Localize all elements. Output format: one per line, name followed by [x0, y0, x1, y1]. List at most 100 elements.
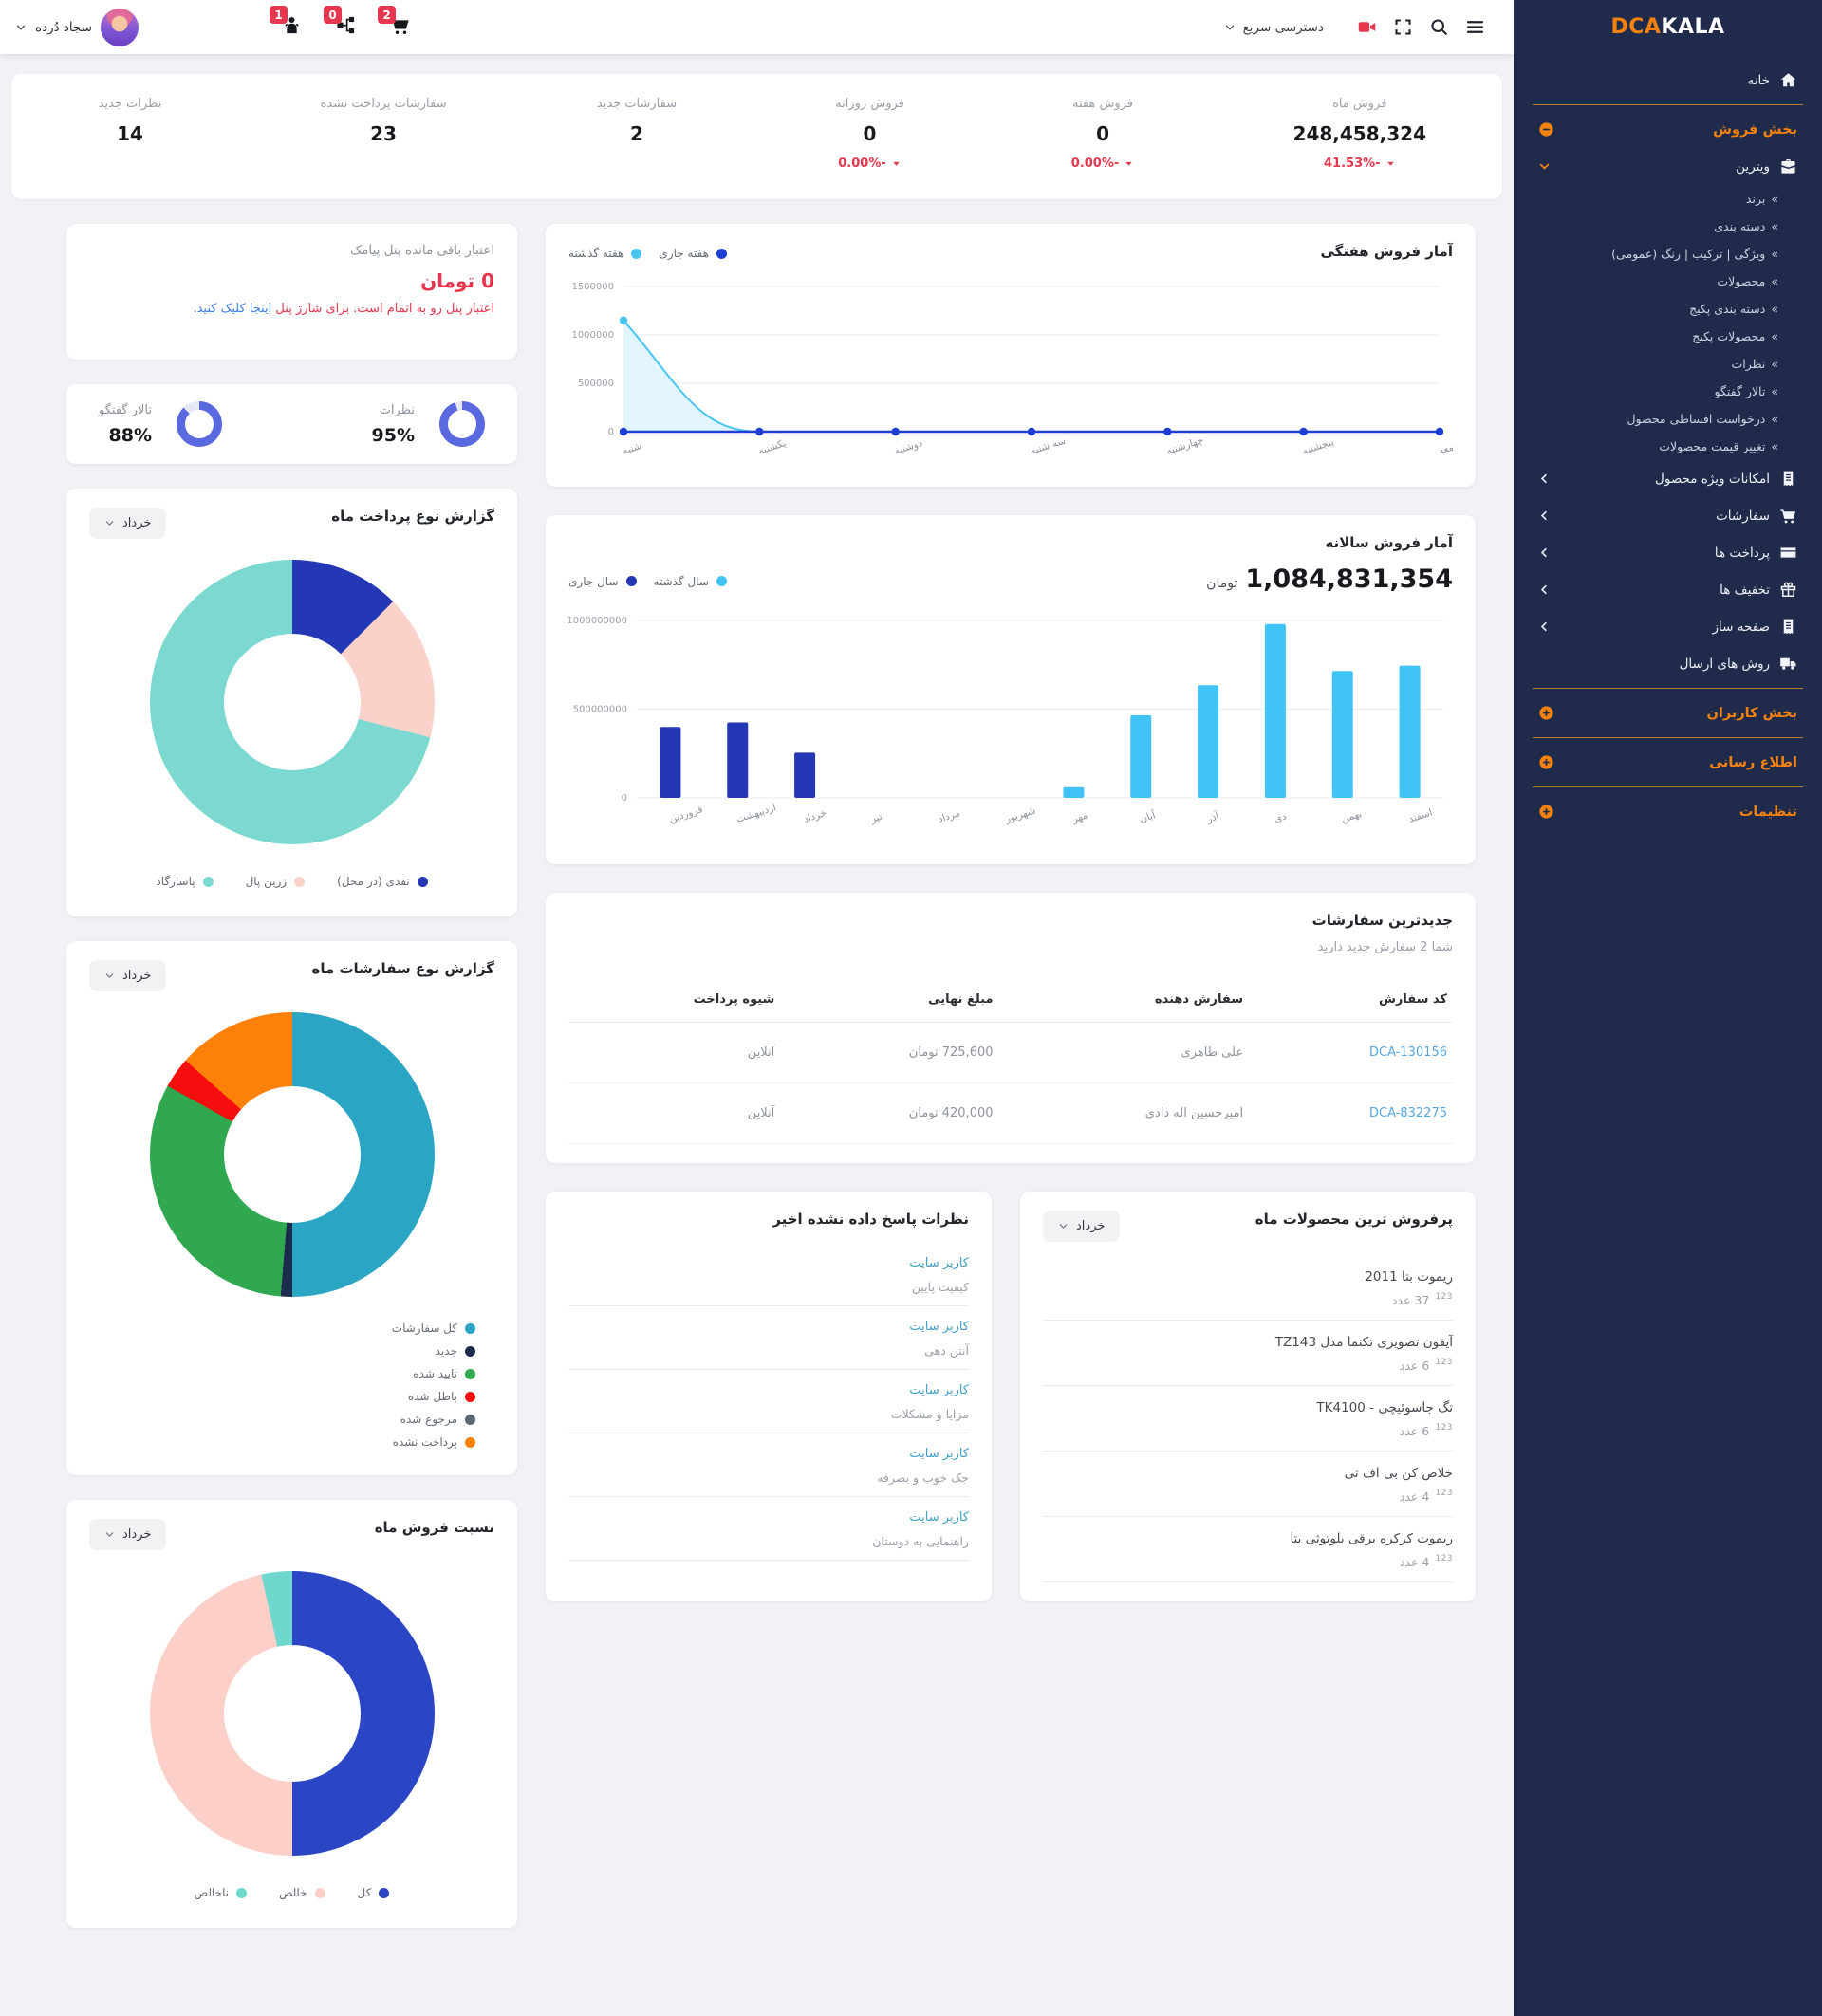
- stat-change: 0.00%-: [1060, 157, 1145, 171]
- sidebar-section-notifications-section[interactable]: اطلاع رسانی: [1514, 744, 1822, 781]
- sales-ratio-legend: کلخالصناخالص: [89, 1880, 494, 1909]
- sidebar-section-settings-section[interactable]: تنظیمات: [1514, 793, 1822, 830]
- comment-user-link[interactable]: کاربر سایت: [568, 1320, 969, 1334]
- sidebar-item-label: درخواست اقساطی محصول: [1627, 412, 1765, 426]
- sidebar-item-page-builder[interactable]: صفحه ساز: [1514, 608, 1822, 645]
- orders-legend-item: جدید: [436, 1344, 475, 1358]
- user-name: سجاد دُرده: [35, 20, 92, 35]
- latest-orders-subtitle: شما 2 سفارش جدید دارید: [568, 940, 1453, 954]
- legend-marker: [716, 576, 727, 586]
- order-code-link[interactable]: DCA-832275: [1249, 1083, 1453, 1144]
- person-button[interactable]: 1: [281, 14, 303, 40]
- stat-value: 248,458,324: [1293, 122, 1426, 145]
- sidebar-item-category[interactable]: »دسته بندی: [1514, 213, 1822, 240]
- stat-change: 41.53%-: [1293, 157, 1426, 171]
- comment-user-link[interactable]: کاربر سایت: [568, 1256, 969, 1270]
- latest-orders-card: جدیدترین سفارشات شما 2 سفارش جدید دارید …: [546, 893, 1476, 1163]
- legend-label: باطل شده: [408, 1390, 457, 1403]
- order-payment-method: آنلاین: [568, 1023, 780, 1083]
- plus-circle-icon[interactable]: [1538, 804, 1554, 820]
- comment-user-link[interactable]: کاربر سایت: [568, 1447, 969, 1461]
- chevron-down-icon: [15, 22, 27, 33]
- svg-text:1000000: 1000000: [571, 330, 614, 341]
- chevron-down-icon: [104, 1529, 115, 1540]
- comment-user-link[interactable]: کاربر سایت: [568, 1510, 969, 1525]
- cart-badge: 2: [378, 6, 396, 24]
- sidebar-item-label: محصولات پکیج: [1692, 329, 1765, 343]
- svg-text:500000000: 500000000: [573, 705, 627, 715]
- order-customer: علی طاهری: [999, 1023, 1250, 1083]
- minus-circle-icon[interactable]: [1538, 121, 1554, 138]
- sidebar-item-orders[interactable]: سفارشات: [1514, 497, 1822, 534]
- sidebar-item-package-products[interactable]: »محصولات پکیج: [1514, 323, 1822, 350]
- order-types-month-filter[interactable]: خرداد: [89, 960, 166, 991]
- orders-column-header: شیوه پرداخت: [568, 979, 780, 1023]
- filter-label: خرداد: [122, 1527, 151, 1542]
- sub-item-prefix: »: [1771, 247, 1778, 261]
- comment-text: مزایا و مشکلات: [568, 1407, 969, 1421]
- sidebar-item-label: امکانات ویژه محصول: [1655, 472, 1770, 487]
- sidebar-item-payments[interactable]: پرداخت ها: [1514, 534, 1822, 571]
- payment-legend-item: نقدی (در محل): [337, 875, 428, 888]
- search-button[interactable]: [1421, 9, 1457, 46]
- cart-button[interactable]: 2: [389, 14, 411, 40]
- sidebar-item-brand[interactable]: »برند: [1514, 185, 1822, 213]
- stat-new-comments: نظرات جدید14: [87, 97, 173, 171]
- product-name: آیفون تصویری تکنما مدل TZ143: [1043, 1335, 1453, 1350]
- comment-user-link[interactable]: کاربر سایت: [568, 1383, 969, 1397]
- order-code-link[interactable]: DCA-130156: [1249, 1023, 1453, 1083]
- chevron-down-icon: [1058, 1221, 1069, 1231]
- product-name: ریموت بتا 2011: [1043, 1269, 1453, 1285]
- yearly-total-unit: تومان: [1206, 576, 1237, 591]
- sidebar-item-attributes[interactable]: »ویژگی | ترکیب | رنگ (عمومی): [1514, 240, 1822, 268]
- table-row: DCA-130156علی طاهری725,600 تومانآنلاین: [568, 1023, 1453, 1083]
- legend-marker: [631, 249, 641, 259]
- sidebar-item-price-change[interactable]: »تغییر قیمت محصولات: [1514, 433, 1822, 460]
- svg-text:سه شنبه: سه شنبه: [1029, 435, 1067, 457]
- order-amount: 725,600 تومان: [780, 1023, 998, 1083]
- fullscreen-button[interactable]: [1385, 9, 1421, 46]
- legend-marker: [203, 877, 214, 887]
- svg-text:تیر: تیر: [868, 811, 883, 825]
- top-products-month-filter[interactable]: خرداد: [1043, 1211, 1120, 1242]
- stat-value: 0: [827, 122, 913, 145]
- sidebar-item-home[interactable]: خانه: [1514, 62, 1822, 99]
- quantity-123-icon: 123: [1435, 1489, 1453, 1498]
- filter-label: خرداد: [122, 516, 151, 530]
- menu-button[interactable]: [1457, 9, 1493, 46]
- stat-change-value: 41.53%-: [1324, 157, 1381, 171]
- sidebar-section-sales-section[interactable]: بخش فروش: [1514, 111, 1822, 148]
- app-logo[interactable]: DCAKALA: [1514, 0, 1822, 54]
- video-button[interactable]: [1348, 9, 1385, 46]
- sidebar-item-discounts[interactable]: تخفیف ها: [1514, 571, 1822, 608]
- sales-ratio-month-filter[interactable]: خرداد: [89, 1519, 166, 1550]
- orders-legend-item: پرداخت نشده: [393, 1435, 475, 1449]
- sidebar-item-shipping-methods[interactable]: روش های ارسال: [1514, 645, 1822, 682]
- sidebar-item-showcase[interactable]: ویترین: [1514, 148, 1822, 185]
- svg-text:اردیبهشت: اردیبهشت: [734, 802, 777, 825]
- legend-marker: [465, 1415, 475, 1425]
- stat-label: فروش ماه: [1293, 97, 1426, 111]
- sidebar-item-package-category[interactable]: »دسته بندی پکیج: [1514, 295, 1822, 323]
- sidebar-item-products[interactable]: »محصولات: [1514, 268, 1822, 295]
- svg-text:خرداد: خرداد: [802, 807, 827, 825]
- network-button[interactable]: 0: [335, 14, 357, 40]
- sidebar-item-comments[interactable]: »نظرات: [1514, 350, 1822, 378]
- legend-label: زرین پال: [246, 875, 288, 888]
- plus-circle-icon[interactable]: [1538, 754, 1554, 770]
- sms-recharge-link[interactable]: اینجا کلیک کنید.: [193, 302, 271, 316]
- comment-text: آنتن دهی: [568, 1343, 969, 1358]
- user-menu[interactable]: سجاد دُرده: [15, 9, 139, 46]
- stat-unpaid-orders: سفارشات پرداخت نشده23: [321, 97, 447, 171]
- payment-types-month-filter[interactable]: خرداد: [89, 508, 166, 539]
- product-count-value: 37 عدد: [1392, 1293, 1429, 1307]
- sidebar-item-special-features[interactable]: امکانات ویژه محصول: [1514, 460, 1822, 497]
- comment-text: راهنمایی به دوستان: [568, 1534, 969, 1548]
- sidebar-section-users-section[interactable]: بخش کاربران: [1514, 694, 1822, 731]
- legend-label: سال گذشته: [654, 575, 709, 588]
- weekly-sales-title: آمار فروش هفتگی: [1320, 243, 1453, 260]
- sidebar-item-installment-request[interactable]: »درخواست اقساطی محصول: [1514, 405, 1822, 433]
- plus-circle-icon[interactable]: [1538, 705, 1554, 721]
- sidebar-item-forum[interactable]: »تالار گفتگو: [1514, 378, 1822, 405]
- quick-access-dropdown[interactable]: دسترسی سریع: [1224, 20, 1324, 35]
